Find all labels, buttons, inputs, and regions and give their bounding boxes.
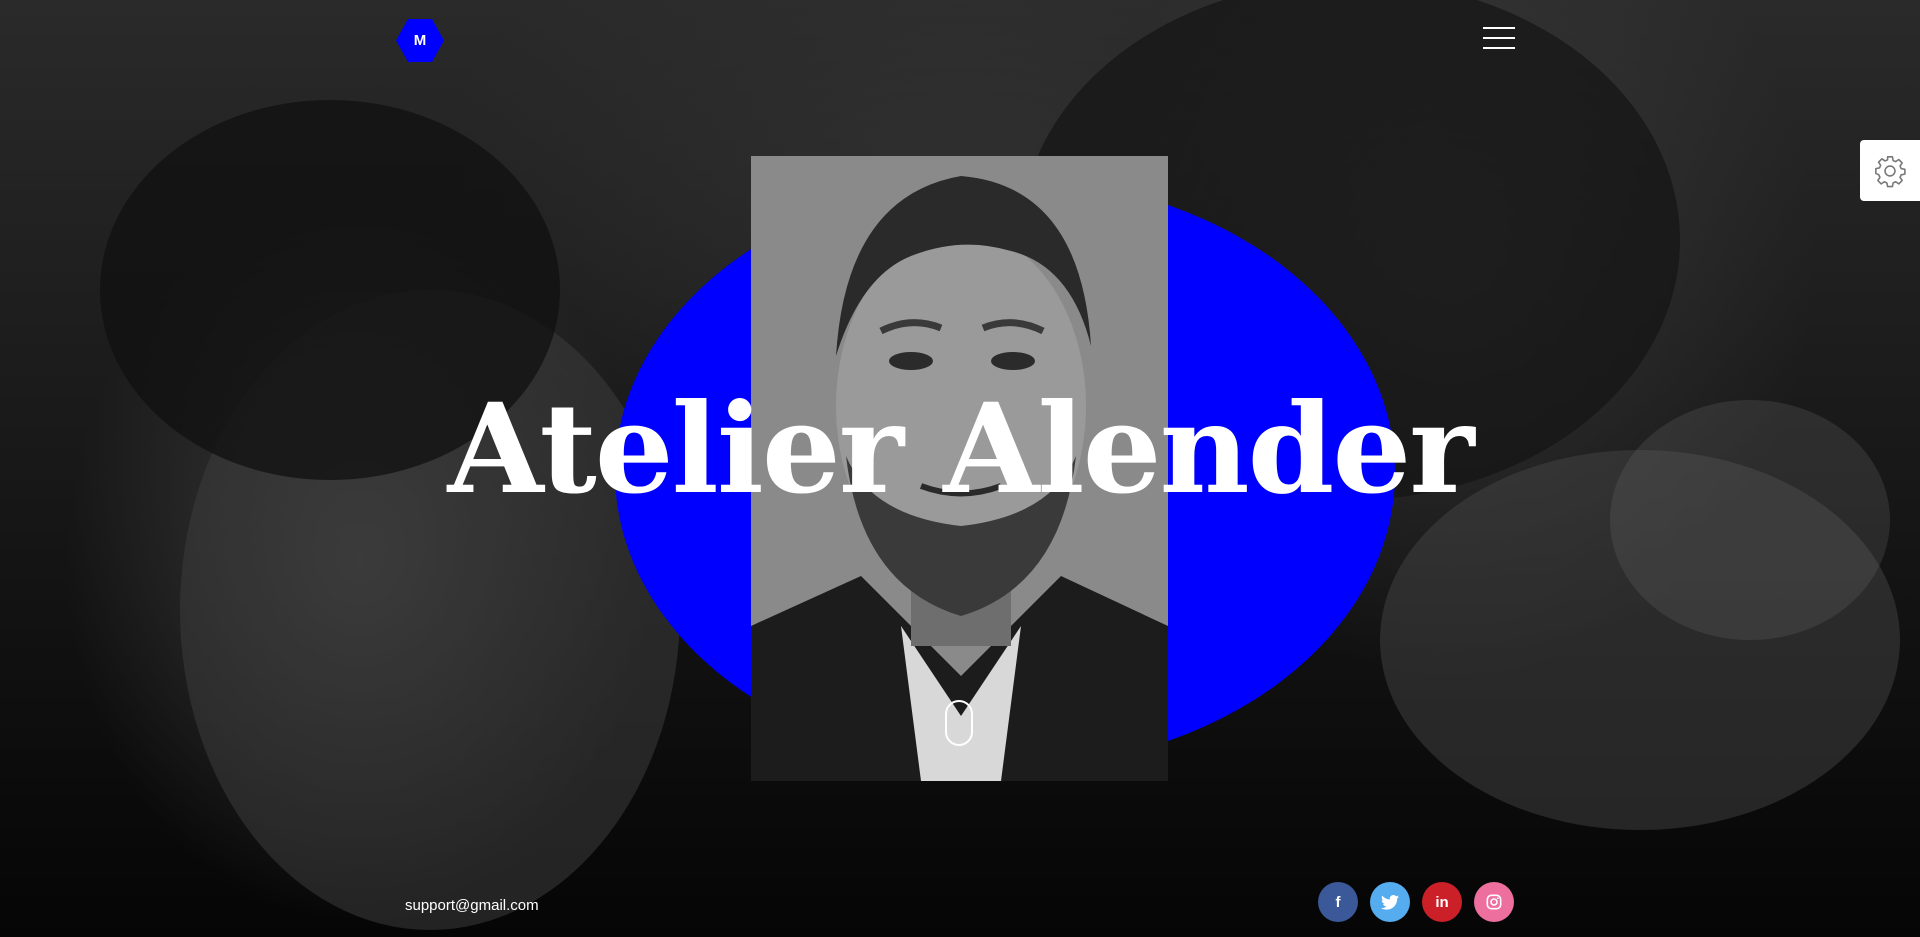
twitter-icon	[1381, 894, 1399, 910]
gear-icon	[1875, 155, 1906, 187]
linkedin-button[interactable]: in	[1422, 882, 1462, 922]
hero-section: M Atelier Alender support@gmail.com f in	[0, 0, 1920, 937]
linkedin-icon: in	[1435, 893, 1449, 911]
logo-letter: M	[413, 32, 427, 49]
instagram-button[interactable]	[1474, 882, 1514, 922]
support-email-link[interactable]: support@gmail.com	[405, 897, 539, 914]
facebook-button[interactable]: f	[1318, 882, 1358, 922]
hero-title: Atelier Alender	[447, 377, 1474, 522]
hamburger-icon-line	[1483, 27, 1515, 29]
logo[interactable]: M	[395, 17, 445, 64]
facebook-icon: f	[1335, 893, 1341, 911]
twitter-button[interactable]	[1370, 882, 1410, 922]
settings-button[interactable]	[1860, 140, 1920, 201]
hamburger-icon-line	[1483, 47, 1515, 49]
hamburger-icon-line	[1483, 37, 1515, 39]
menu-button[interactable]	[1483, 24, 1515, 54]
instagram-icon	[1486, 894, 1502, 910]
mouse-scroll-icon[interactable]	[945, 700, 973, 746]
